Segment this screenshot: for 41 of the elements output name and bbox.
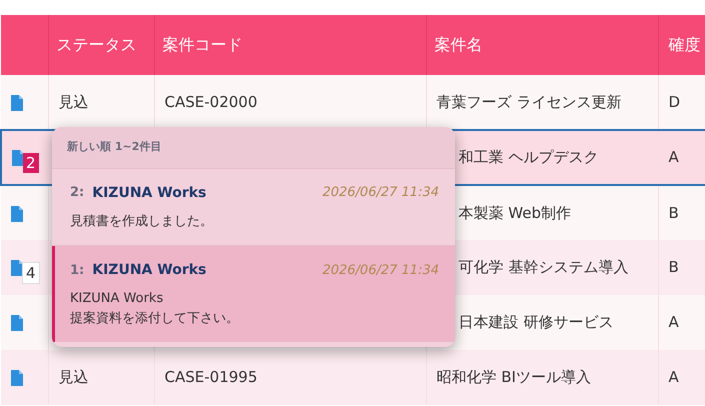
message-item[interactable]: 1: KIZUNA Works 2026/06/27 11:34 KIZUNA Works 提案資料を添付して下さい。 xyxy=(52,246,455,342)
case-name: 和工業 ヘルプデスク xyxy=(458,148,598,166)
confidence-grade: A xyxy=(668,368,679,386)
table-row[interactable]: 見込 CASE-02000 青葉フーズ ライセンス更新 D xyxy=(1,75,705,130)
table-row[interactable]: 見込 CASE-01995 昭和化学 BIツール導入 A xyxy=(1,350,705,405)
document-icon xyxy=(12,150,24,166)
author-name: KIZUNA Works xyxy=(92,261,206,280)
document-icon xyxy=(11,260,23,276)
case-name: 可化学 基幹システム導入 xyxy=(458,258,628,276)
message-text: KIZUNA Works xyxy=(70,290,164,308)
status-text: 見込 xyxy=(58,92,88,111)
document-icon xyxy=(11,94,23,111)
count-badge: 4 xyxy=(22,262,40,284)
case-code: CASE-02000 xyxy=(164,92,258,111)
case-name: 昭和化学 BIツール導入 xyxy=(436,368,591,386)
confidence-grade: A xyxy=(668,148,679,166)
document-icon xyxy=(11,315,23,332)
message-time: 2026/06/27 11:34 xyxy=(322,184,439,202)
author-name: KIZUNA Works xyxy=(92,184,206,202)
status-text: 見込 xyxy=(58,368,88,386)
column-header: 案件コード xyxy=(162,35,242,54)
case-code: CASE-01995 xyxy=(164,368,258,386)
document-icon xyxy=(11,206,23,222)
confidence-grade: B xyxy=(668,204,679,222)
confidence-grade: D xyxy=(668,92,680,111)
document-icon xyxy=(11,370,23,386)
confidence-grade: A xyxy=(668,313,679,332)
column-header: ステータス xyxy=(56,35,136,54)
message-number: 2: xyxy=(70,184,84,202)
popup-header: 新しい順 1~2件目 xyxy=(52,127,455,168)
message-number: 1: xyxy=(70,262,84,280)
message-text: 提案資料を添付して下さい。 xyxy=(70,310,240,328)
column-header: 確度 xyxy=(668,35,700,54)
case-name: 本製薬 Web制作 xyxy=(458,204,571,222)
message-text: 見積書を作成しました。 xyxy=(70,212,214,230)
column-header: 案件名 xyxy=(434,35,482,54)
case-name: 日本建設 研修サービス xyxy=(458,313,614,332)
count-badge: 2 xyxy=(23,153,39,173)
case-name: 青葉フーズ ライセンス更新 xyxy=(436,92,622,111)
confidence-grade: B xyxy=(668,258,679,276)
message-time: 2026/06/27 11:34 xyxy=(322,262,439,280)
